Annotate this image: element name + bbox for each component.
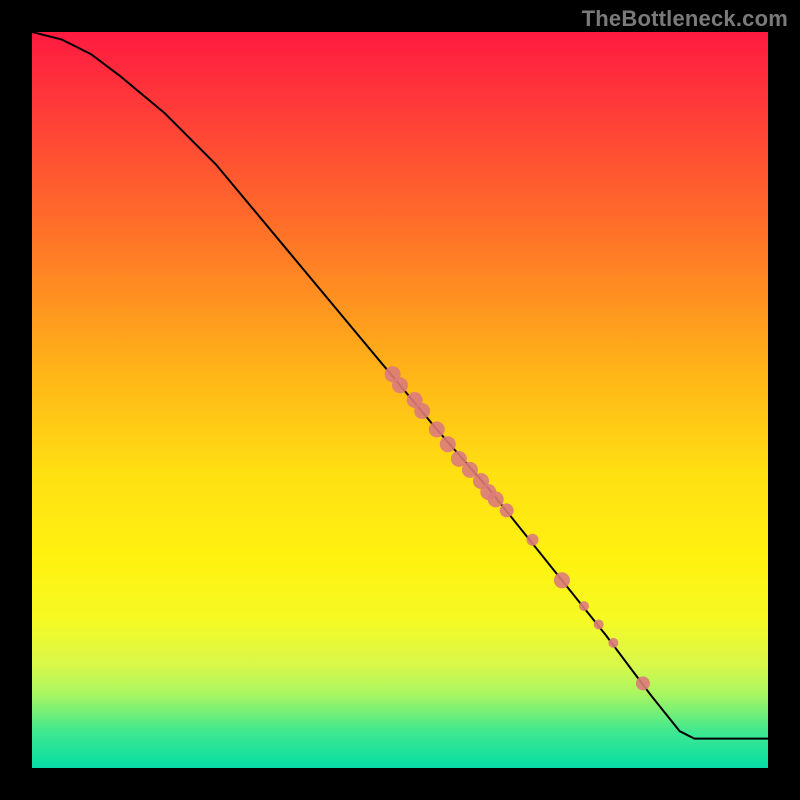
scatter-point	[440, 436, 456, 452]
scatter-point	[392, 377, 408, 393]
scatter-points	[385, 366, 650, 690]
scatter-point	[636, 676, 650, 690]
scatter-point	[414, 403, 430, 419]
scatter-point	[608, 638, 618, 648]
scatter-point	[488, 491, 504, 507]
scatter-point	[429, 421, 445, 437]
scatter-point	[500, 503, 514, 517]
chart-frame: TheBottleneck.com	[0, 0, 800, 800]
chart-overlay	[32, 32, 768, 768]
scatter-point	[579, 601, 589, 611]
scatter-point	[594, 620, 604, 630]
scatter-point	[527, 534, 539, 546]
watermark-text: TheBottleneck.com	[582, 6, 788, 32]
scatter-point	[554, 572, 570, 588]
